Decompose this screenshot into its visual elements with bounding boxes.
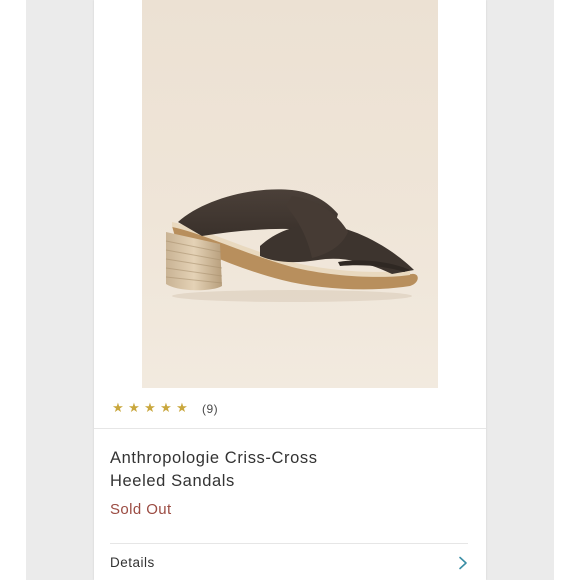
product-title-line2: Heeled Sandals (110, 472, 235, 490)
product-title-line1: Anthropologie Criss-Cross (110, 449, 318, 467)
product-card: ★ ★ ★ ★ ★ (9) Anthropologie Criss-Cross … (94, 0, 486, 580)
star-icon: ★ (128, 401, 140, 416)
chevron-right-icon[interactable] (458, 556, 468, 570)
star-icon: ★ (160, 401, 172, 416)
product-title: Anthropologie Criss-Cross Heeled Sandals (110, 447, 410, 493)
page-backdrop-left (26, 0, 94, 580)
product-image[interactable] (142, 0, 438, 388)
rating-divider (94, 428, 486, 429)
details-label: Details (110, 555, 155, 570)
details-divider (110, 543, 468, 544)
details-accordion[interactable]: Details (94, 550, 486, 578)
star-rating: ★ ★ ★ ★ ★ (110, 400, 190, 418)
star-icon: ★ (112, 401, 124, 416)
star-icon: ★ (176, 401, 188, 416)
screenshot-stage: ★ ★ ★ ★ ★ (9) Anthropologie Criss-Cross … (0, 0, 580, 580)
page-backdrop-right (486, 0, 554, 580)
review-count[interactable]: (9) (202, 402, 218, 416)
star-icon: ★ (144, 401, 156, 416)
sandal-illustration (165, 189, 418, 302)
rating-row[interactable]: ★ ★ ★ ★ ★ (9) (110, 400, 218, 418)
availability-status: Sold Out (110, 501, 172, 518)
